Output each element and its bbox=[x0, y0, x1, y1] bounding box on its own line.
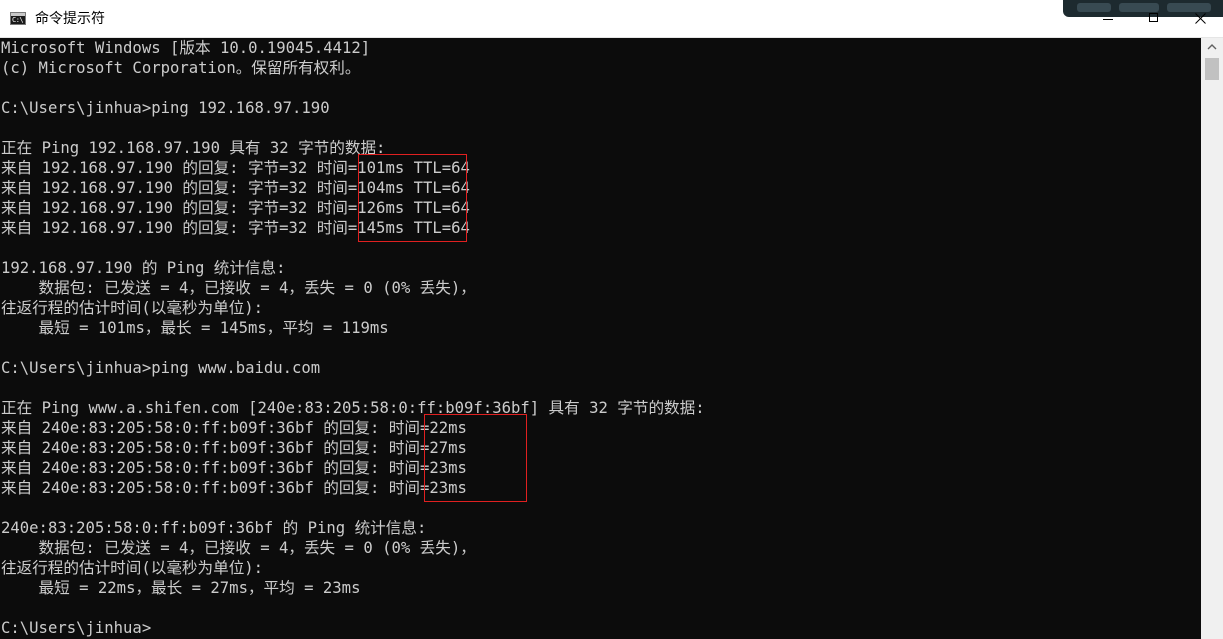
console-line: C:\Users\jinhua> bbox=[1, 619, 152, 637]
console-line: 往返行程的估计时间(以毫秒为单位): bbox=[1, 559, 264, 577]
console-line: 192.168.97.190 的 Ping 统计信息: bbox=[1, 259, 286, 277]
console-line: 来自 240e:83:205:58:0:ff:b09f:36bf 的回复: 时间… bbox=[1, 479, 467, 497]
console-line: C:\Users\jinhua>ping 192.168.97.190 bbox=[1, 99, 330, 117]
console-line: 正在 Ping www.a.shifen.com [240e:83:205:58… bbox=[1, 399, 705, 417]
console-line: 240e:83:205:58:0:ff:b09f:36bf 的 Ping 统计信… bbox=[1, 519, 427, 537]
console-line: (c) Microsoft Corporation。保留所有权利。 bbox=[1, 59, 361, 77]
minimize-button[interactable] bbox=[1085, 0, 1131, 38]
close-icon bbox=[1195, 13, 1206, 24]
console-icon-glyph: C:\ bbox=[12, 16, 24, 24]
console-line: 往返行程的估计时间(以毫秒为单位): bbox=[1, 299, 264, 317]
vertical-scrollbar[interactable] bbox=[1201, 38, 1223, 639]
console-app-icon[interactable]: C:\ bbox=[10, 12, 26, 25]
console-line: C:\Users\jinhua>ping www.baidu.com bbox=[1, 359, 321, 377]
console-output[interactable]: C:\Users\jinhua> 最短 = 22ms，最长 = 27ms，平均 … bbox=[0, 38, 1201, 639]
maximize-button[interactable] bbox=[1131, 0, 1177, 38]
highlight-box-lan-times bbox=[358, 154, 467, 242]
console-line: 最短 = 22ms，最长 = 27ms，平均 = 23ms bbox=[1, 579, 361, 597]
highlight-box-baidu-times bbox=[424, 414, 527, 502]
window-controls bbox=[1073, 0, 1223, 38]
cmd-window: C:\ 命令提示符 C:\Users\jinhua> 最短 = 22ms，最长 bbox=[0, 0, 1223, 639]
minimize-icon bbox=[1103, 19, 1113, 20]
scroll-thumb[interactable] bbox=[1205, 58, 1219, 80]
close-button[interactable] bbox=[1177, 0, 1223, 38]
console-line: 来自 240e:83:205:58:0:ff:b09f:36bf 的回复: 时间… bbox=[1, 419, 467, 437]
title-bar[interactable]: C:\ 命令提示符 bbox=[0, 0, 1223, 38]
scroll-up-button[interactable] bbox=[1201, 38, 1223, 56]
chevron-up-icon bbox=[1207, 44, 1217, 50]
console-line: 最短 = 101ms，最长 = 145ms，平均 = 119ms bbox=[1, 319, 389, 337]
window-title: 命令提示符 bbox=[35, 11, 105, 27]
console-line: 来自 240e:83:205:58:0:ff:b09f:36bf 的回复: 时间… bbox=[1, 439, 467, 457]
console-line: 数据包: 已发送 = 4，已接收 = 4，丢失 = 0 (0% 丢失)， bbox=[1, 279, 476, 297]
console-line: 来自 240e:83:205:58:0:ff:b09f:36bf 的回复: 时间… bbox=[1, 459, 467, 477]
maximize-icon bbox=[1149, 13, 1158, 22]
console-line: 数据包: 已发送 = 4，已接收 = 4，丢失 = 0 (0% 丢失)， bbox=[1, 539, 476, 557]
console-line: 正在 Ping 192.168.97.190 具有 32 字节的数据: bbox=[1, 139, 386, 157]
console-line: Microsoft Windows [版本 10.0.19045.4412] bbox=[1, 39, 371, 57]
